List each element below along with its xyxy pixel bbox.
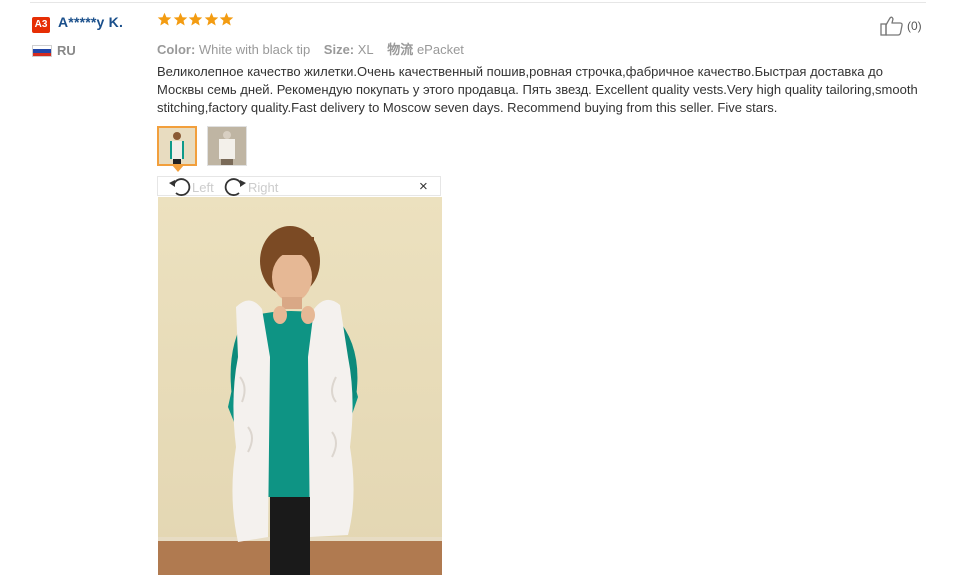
top-divider bbox=[30, 2, 926, 3]
rotate-right-label: Right bbox=[248, 179, 279, 195]
photo-viewer-toolbar: Left Right × bbox=[157, 176, 441, 196]
rotate-left-label: Left bbox=[192, 179, 214, 195]
shipping-label: 物流 bbox=[387, 42, 414, 57]
review-photo-thumbnail-2[interactable] bbox=[207, 126, 247, 166]
star-icon bbox=[188, 12, 203, 26]
active-thumbnail-pointer bbox=[172, 165, 184, 172]
star-rating bbox=[157, 12, 235, 27]
helpful-button[interactable]: (0) bbox=[880, 16, 922, 36]
user-level-badge: A3 bbox=[32, 17, 50, 33]
order-info: Color: White with black tip Size: XL 物流 … bbox=[157, 39, 474, 58]
size-value: XL bbox=[357, 42, 374, 57]
rotate-right-icon bbox=[224, 178, 246, 196]
color-label: Color: bbox=[157, 42, 196, 57]
color-value: White with black tip bbox=[198, 42, 311, 57]
review-text: Великолепное качество жилетки.Очень каче… bbox=[157, 64, 918, 115]
russia-flag-icon bbox=[32, 45, 52, 57]
star-icon bbox=[173, 12, 187, 26]
reviewer-country: RU bbox=[57, 43, 76, 58]
rotate-left-icon bbox=[169, 178, 191, 196]
review-photo-large bbox=[158, 197, 442, 575]
close-viewer-button[interactable]: × bbox=[419, 178, 428, 195]
size-label: Size: bbox=[323, 42, 355, 57]
review-photo-thumbnail-1[interactable] bbox=[157, 126, 197, 166]
thumbs-up-icon bbox=[880, 16, 903, 36]
star-icon bbox=[157, 12, 172, 26]
rotate-right-button[interactable]: Right bbox=[224, 177, 278, 197]
rotate-left-button[interactable]: Left bbox=[168, 177, 214, 197]
star-icon bbox=[219, 12, 234, 26]
shipping-value: ePacket bbox=[416, 42, 464, 57]
helpful-count: (0) bbox=[907, 19, 922, 33]
star-icon bbox=[204, 12, 218, 26]
reviewer-name[interactable]: A*****y K. bbox=[58, 14, 123, 30]
